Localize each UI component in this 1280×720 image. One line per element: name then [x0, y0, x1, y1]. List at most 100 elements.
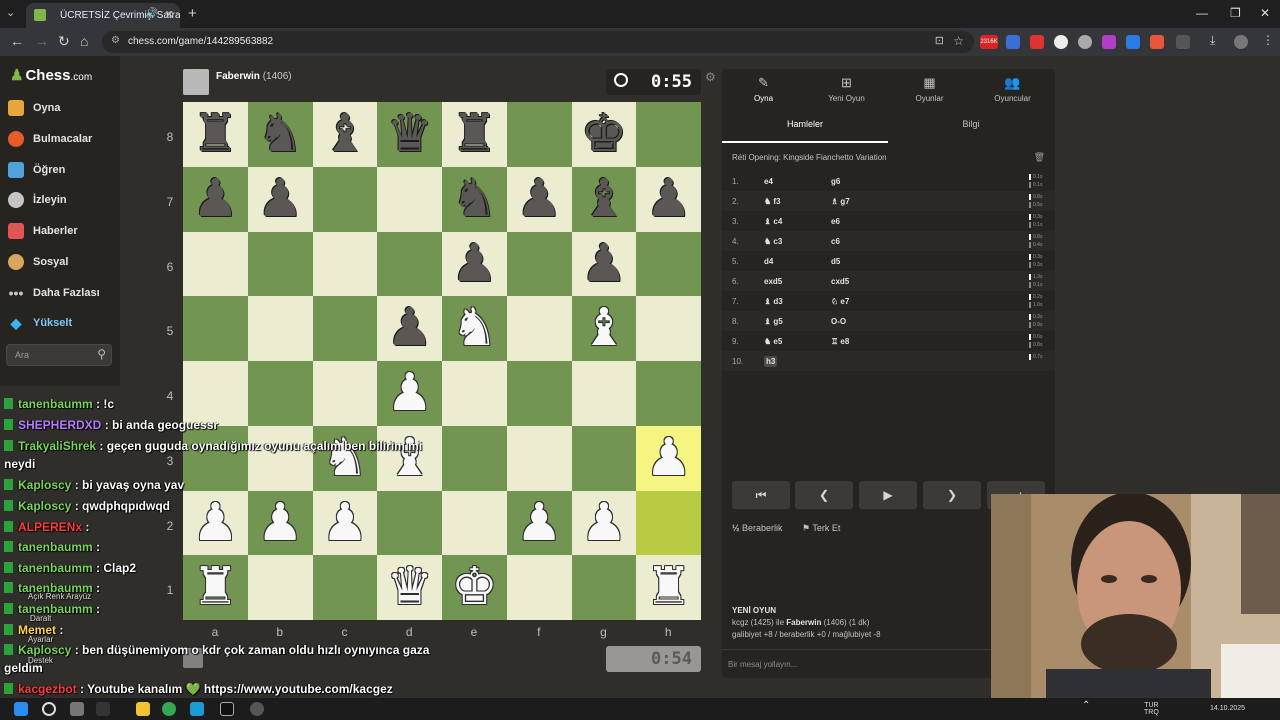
forward-icon[interactable]: → [35, 33, 49, 49]
black-move[interactable]: ♖ e8 [831, 337, 849, 346]
chrome-icon[interactable] [162, 702, 176, 716]
square-e6[interactable]: ♟ [442, 231, 507, 297]
sidebar-footer-link[interactable]: Destek [28, 656, 53, 665]
square-f4[interactable] [506, 361, 572, 426]
square-c1[interactable] [312, 555, 378, 620]
square-h3[interactable]: ♟ [636, 425, 701, 491]
white-pawn-piece[interactable]: ♟ [507, 487, 572, 553]
square-d3[interactable]: ♝ [377, 425, 442, 491]
sidebar-footer-link[interactable]: Ayarlar [28, 635, 53, 644]
back-icon[interactable]: ← [10, 33, 24, 49]
square-g3[interactable] [571, 425, 637, 491]
white-pawn-piece[interactable]: ♟ [183, 487, 248, 553]
taskbar-app-icon[interactable] [96, 702, 110, 716]
square-d6[interactable] [377, 231, 442, 297]
new-tab-icon[interactable]: + [188, 5, 197, 22]
black-move[interactable]: g6 [831, 177, 840, 186]
black-rook-piece[interactable]: ♜ [183, 98, 248, 164]
download-icon[interactable]: ⤓ [1210, 33, 1215, 48]
square-f8[interactable] [506, 102, 572, 167]
square-g4[interactable] [571, 361, 637, 426]
taskbar-search-icon[interactable] [42, 702, 56, 716]
extension-icon[interactable] [1150, 35, 1164, 49]
square-b6[interactable] [247, 231, 313, 297]
square-d7[interactable] [377, 166, 442, 232]
extension-icon[interactable] [1126, 35, 1140, 49]
black-move[interactable]: ♗ g7 [831, 197, 850, 206]
extension-icon[interactable] [1054, 35, 1068, 49]
square-d1[interactable]: ♛ [377, 555, 442, 620]
clock-date[interactable]: 14.10.2025 [1210, 705, 1245, 712]
close-tab-icon[interactable]: ✕ [165, 8, 174, 21]
square-c3[interactable]: ♞ [312, 425, 378, 491]
white-queen-piece[interactable]: ♛ [377, 551, 442, 617]
square-e5[interactable]: ♞ [442, 296, 507, 361]
sidebar-item-watch[interactable]: İzleyin [8, 192, 118, 214]
sidebar-search-input[interactable]: Ara ⚲ [6, 344, 112, 366]
square-h6[interactable] [636, 231, 701, 297]
square-c5[interactable] [312, 296, 378, 361]
extension-icon[interactable] [1102, 35, 1116, 49]
file-explorer-icon[interactable] [136, 702, 150, 716]
install-icon[interactable]: ⊡ [935, 34, 944, 47]
sidebar-item-learn[interactable]: Öğren [8, 162, 118, 184]
square-b4[interactable] [247, 361, 313, 426]
white-pawn-piece[interactable]: ♟ [636, 422, 701, 488]
square-a2[interactable]: ♟ [183, 490, 248, 556]
black-pawn-piece[interactable]: ♟ [377, 292, 442, 358]
square-e2[interactable] [442, 490, 507, 556]
play-moves-button[interactable]: ▶ [859, 481, 917, 509]
white-pawn-piece[interactable]: ♟ [248, 487, 313, 553]
white-move[interactable]: ♞ e5 [764, 337, 782, 346]
white-move[interactable]: ♞ f3 [764, 197, 781, 206]
square-d5[interactable]: ♟ [377, 296, 442, 361]
square-h4[interactable] [636, 361, 701, 426]
square-f6[interactable] [506, 231, 572, 297]
search-icon[interactable]: ⚲ [97, 347, 106, 361]
white-rook-piece[interactable]: ♜ [183, 551, 248, 617]
bookmark-star-icon[interactable]: ☆ [953, 34, 964, 48]
square-a8[interactable]: ♜ [183, 102, 248, 167]
adblock-extension-icon[interactable] [1030, 35, 1044, 49]
first-move-button[interactable]: ⏮ [732, 481, 790, 509]
square-b2[interactable]: ♟ [247, 490, 313, 556]
white-move[interactable]: d4 [764, 257, 773, 266]
square-a1[interactable]: ♜ [183, 555, 248, 620]
tab-players[interactable]: 👥 Oyuncular [971, 75, 1054, 103]
home-icon[interactable]: ⌂ [80, 33, 88, 49]
square-b7[interactable]: ♟ [247, 166, 313, 232]
top-player-name[interactable]: Faberwin (1406) [216, 71, 292, 82]
square-c2[interactable]: ♟ [312, 490, 378, 556]
board-settings-gear-icon[interactable]: ⚙ [705, 70, 716, 84]
maximize-icon[interactable]: ❐ [1230, 6, 1241, 20]
task-view-icon[interactable] [70, 702, 84, 716]
white-knight-piece[interactable]: ♞ [313, 422, 378, 488]
square-e8[interactable]: ♜ [442, 102, 507, 167]
square-c8[interactable]: ♝ [312, 102, 378, 167]
square-e1[interactable]: ♚ [442, 555, 507, 620]
chesscom-logo[interactable]: ♟ Chess.com [10, 66, 92, 84]
white-pawn-piece[interactable]: ♟ [313, 487, 378, 553]
square-h1[interactable]: ♜ [636, 555, 701, 620]
sidebar-item-upgrade[interactable]: ◆ Yükselt [8, 315, 118, 337]
square-d8[interactable]: ♛ [377, 102, 442, 167]
white-king-piece[interactable]: ♚ [442, 551, 507, 617]
square-e4[interactable] [442, 361, 507, 426]
sidebar-footer-link[interactable]: Açık Renk Arayüz [28, 592, 91, 601]
white-move[interactable]: ♝ c4 [764, 217, 782, 226]
obs-icon[interactable] [250, 702, 264, 716]
black-pawn-piece[interactable]: ♟ [442, 228, 507, 294]
square-f7[interactable]: ♟ [506, 166, 572, 232]
black-pawn-piece[interactable]: ♟ [636, 163, 701, 229]
white-move[interactable]: e4 [764, 177, 773, 186]
black-bishop-piece[interactable]: ♝ [572, 163, 637, 229]
black-queen-piece[interactable]: ♛ [377, 98, 442, 164]
close-window-icon[interactable]: ✕ [1260, 6, 1270, 20]
square-c7[interactable] [312, 166, 378, 232]
sidebar-item-puzzles[interactable]: Bulmacalar [8, 131, 118, 153]
white-move[interactable]: h3 [764, 356, 778, 367]
subtab-info[interactable]: Bilgi [888, 119, 1054, 129]
square-d2[interactable] [377, 490, 442, 556]
white-move[interactable]: ♝ d3 [764, 297, 783, 306]
square-b5[interactable] [247, 296, 313, 361]
